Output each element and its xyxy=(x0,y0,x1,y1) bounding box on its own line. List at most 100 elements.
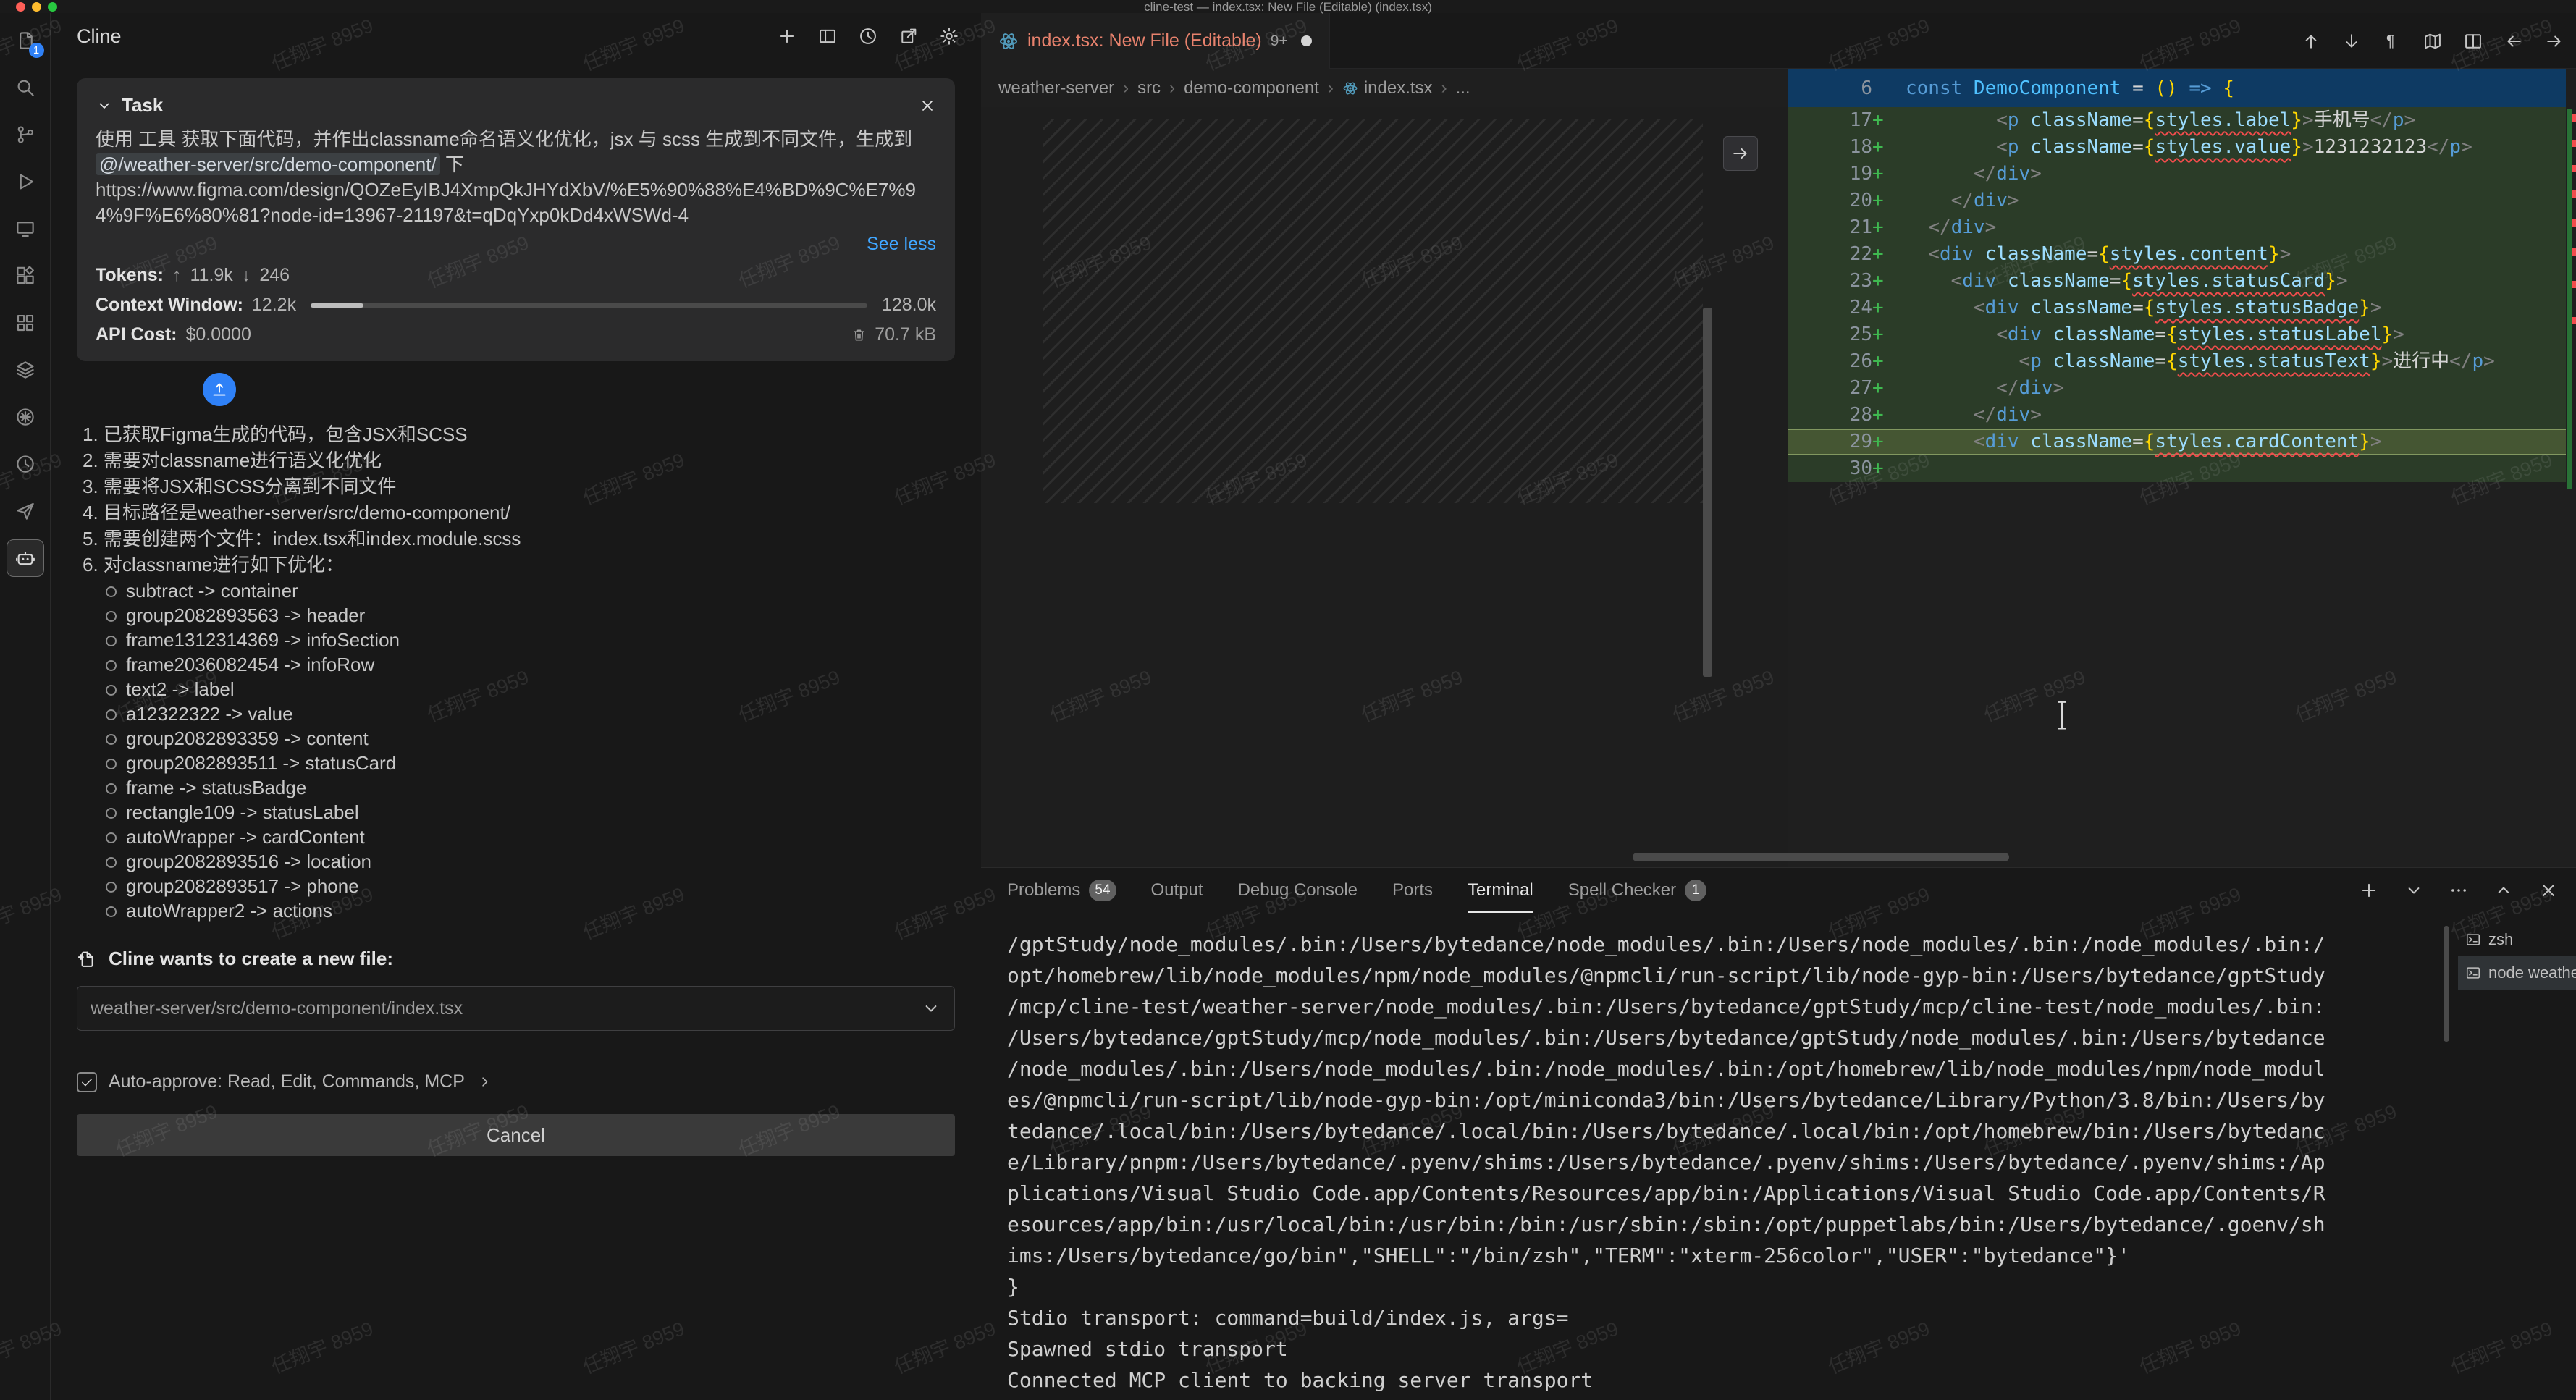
split-editor-button[interactable] xyxy=(2463,31,2483,51)
breadcrumb-item[interactable]: src xyxy=(1137,78,1161,98)
breadcrumb-item[interactable]: index.tsx xyxy=(1342,78,1433,98)
file-path-select[interactable]: weather-server/src/demo-component/index.… xyxy=(77,986,955,1031)
editor-area: index.tsx: New File (Editable) 9+ ¶ weat… xyxy=(981,13,2576,867)
upload-indicator[interactable] xyxy=(203,373,236,406)
activity-timeline[interactable] xyxy=(7,445,44,483)
activity-grid-view[interactable] xyxy=(7,304,44,342)
path-mention[interactable]: @/weather-server/src/demo-component/ xyxy=(96,153,440,175)
breadcrumb-item[interactable]: weather-server xyxy=(998,78,1114,98)
code-line[interactable]: 24+ <div className={styles.statusBadge}> xyxy=(1788,295,2566,321)
panel-tab-debug-console[interactable]: Debug Console xyxy=(1238,868,1358,913)
panel-tab-output[interactable]: Output xyxy=(1151,868,1203,913)
new-task-button[interactable] xyxy=(777,26,797,46)
terminal-tab-node[interactable]: node weather-server xyxy=(2458,956,2576,990)
activity-source-control[interactable] xyxy=(7,116,44,153)
code-line[interactable]: 29+ <div className={styles.cardContent}> xyxy=(1788,429,2566,455)
code-line[interactable]: 26+ <p className={styles.statusText}>进行中… xyxy=(1788,348,2566,375)
activity-extensions[interactable] xyxy=(7,257,44,295)
react-file-icon xyxy=(998,31,1019,51)
code-line[interactable]: 22+ <div className={styles.content}> xyxy=(1788,241,2566,268)
task-step: 2. 需要对classname进行语义化优化 xyxy=(83,448,952,473)
code-line[interactable]: 23+ <div className={styles.statusCard}> xyxy=(1788,268,2566,295)
code-line[interactable]: 30+ xyxy=(1788,455,2566,482)
code-line[interactable]: 25+ <div className={styles.statusLabel}> xyxy=(1788,321,2566,348)
tab-index-tsx[interactable]: index.tsx: New File (Editable) 9+ xyxy=(981,13,1330,69)
activity-search[interactable] xyxy=(7,69,44,106)
bottom-panel: Problems54 Output Debug Console Ports Termin… xyxy=(981,867,2576,1400)
activity-cline[interactable] xyxy=(7,539,44,577)
terminal-line: plications/Visual Studio Code.app/Conten… xyxy=(1007,1178,2441,1209)
activity-kubernetes[interactable] xyxy=(7,398,44,436)
context-window-row: Context Window: 12.2k 128.0k xyxy=(96,295,936,316)
mcp-servers-button[interactable] xyxy=(817,26,838,46)
cancel-button[interactable]: Cancel xyxy=(77,1114,955,1156)
mapping-item: group2082893359 -> content xyxy=(100,726,952,751)
task-text: 使用 工具 获取下面代码，并作出classname命名语义化优化，jsx 与 s… xyxy=(96,128,912,150)
launch-profile-button[interactable] xyxy=(2404,880,2424,901)
breadcrumb-item[interactable]: ... xyxy=(1456,78,1470,98)
code-line[interactable]: 20+ </div> xyxy=(1788,187,2566,214)
diff-modified-pane[interactable]: 17+ <p className={styles.label}>手机号</p>1… xyxy=(1788,107,2566,867)
activity-run-debug[interactable] xyxy=(7,163,44,201)
error-mark xyxy=(2572,190,2576,198)
diff-empty-region xyxy=(1043,119,1703,503)
terminal-list: zsh node weather-server xyxy=(2458,923,2576,1400)
error-mark xyxy=(2572,114,2576,122)
activity-send-view[interactable] xyxy=(7,492,44,530)
panel-tab-terminal[interactable]: Terminal xyxy=(1468,868,1533,913)
terminal-tab-zsh[interactable]: zsh xyxy=(2458,923,2576,956)
code-line[interactable]: 28+ </div> xyxy=(1788,402,2566,429)
terminal-line: esources/app/bin:/usr/local/bin:/usr/bin… xyxy=(1007,1209,2441,1240)
api-cost-value: $0.0000 xyxy=(186,324,251,345)
more-actions-button[interactable] xyxy=(2449,880,2469,901)
close-task-button[interactable] xyxy=(919,97,936,114)
terminal-output[interactable]: /gptStudy/node_modules/.bin:/Users/byted… xyxy=(1007,929,2441,1400)
open-in-editor-button[interactable] xyxy=(898,26,919,46)
terminal-scrollbar[interactable] xyxy=(2444,926,2449,1042)
svg-text:¶: ¶ xyxy=(2386,32,2395,50)
vscode-window: cline-test — index.tsx: New File (Editab… xyxy=(0,0,2576,1400)
code-line[interactable]: 27+ </div> xyxy=(1788,375,2566,402)
new-terminal-button[interactable] xyxy=(2359,880,2379,901)
trash-icon[interactable] xyxy=(851,326,867,343)
see-less-link[interactable]: See less xyxy=(96,234,936,255)
vertical-scrollbar[interactable] xyxy=(1703,308,1712,677)
code-line[interactable]: 19+ </div> xyxy=(1788,161,2566,187)
previous-change-button[interactable] xyxy=(2301,31,2321,51)
auto-approve-checkbox[interactable] xyxy=(77,1072,97,1092)
chevron-right-icon[interactable] xyxy=(476,1074,493,1090)
navigate-forward-button[interactable] xyxy=(2544,31,2564,51)
next-change-button[interactable] xyxy=(2341,31,2362,51)
settings-button[interactable] xyxy=(939,26,959,46)
code-line[interactable]: 18+ <p className={styles.value}>12312321… xyxy=(1788,134,2566,161)
code-line[interactable]: 21+ </div> xyxy=(1788,214,2566,241)
panel-tabs: Problems54 Output Debug Console Ports Termin… xyxy=(981,868,2576,913)
overview-ruler xyxy=(2566,107,2576,867)
history-button[interactable] xyxy=(858,26,878,46)
terminal-tab-label: node weather-server xyxy=(2488,963,2576,982)
breadcrumb-separator: › xyxy=(1328,78,1334,98)
collapse-task-icon[interactable] xyxy=(96,97,113,114)
code-line[interactable]: 17+ <p className={styles.label}>手机号</p> xyxy=(1788,107,2566,134)
cline-sidebar: Cline Task 使用 工具 获取下面代码，并作出classname命名语义… xyxy=(51,13,981,1400)
terminal-line: ims:/Users/bytedance/go/bin","SHELL":"/b… xyxy=(1007,1240,2441,1271)
panel-tab-problems[interactable]: Problems54 xyxy=(1007,868,1116,913)
minimap-button[interactable] xyxy=(2423,31,2443,51)
next-diff-button[interactable] xyxy=(1723,136,1758,171)
activity-layers-view[interactable] xyxy=(7,351,44,389)
horizontal-scrollbar[interactable] xyxy=(1633,853,2009,861)
figma-url[interactable]: https://www.figma.com/design/QOZeEyIBJ4X… xyxy=(96,179,916,226)
close-panel-button[interactable] xyxy=(2538,880,2559,901)
mapping-item: text2 -> label xyxy=(100,677,952,701)
activity-remote-explorer[interactable] xyxy=(7,210,44,248)
activity-explor[interactable]: 1 xyxy=(7,22,44,59)
breadcrumb-item[interactable]: demo-component xyxy=(1184,78,1319,98)
navigate-back-button[interactable] xyxy=(2504,31,2524,51)
panel-tab-ports[interactable]: Ports xyxy=(1392,868,1433,913)
toggle-whitespace-button[interactable]: ¶ xyxy=(2382,31,2402,51)
maximize-panel-button[interactable] xyxy=(2493,880,2514,901)
context-label: Context Window: xyxy=(96,295,243,316)
panel-tab-spell-checker[interactable]: Spell Checker1 xyxy=(1568,868,1706,913)
error-mark xyxy=(2572,165,2576,172)
activity-bar: 1 xyxy=(0,13,51,1400)
